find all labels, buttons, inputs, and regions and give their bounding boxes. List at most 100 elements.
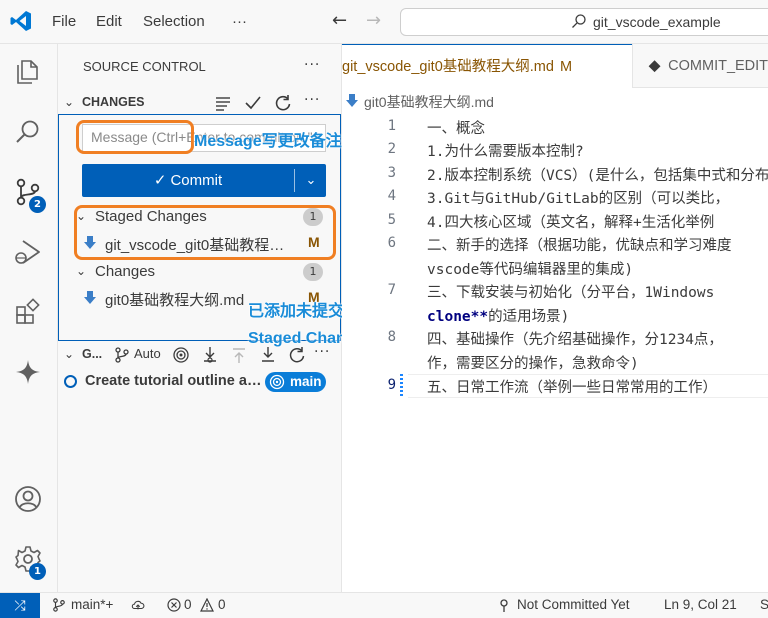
code-line: 四、基础操作（先介绍基础操作，分1234点， [427,332,723,348]
code-line: 一、概念 [427,121,485,137]
code-line: 3.Git与GitHub/GitLab的区别（可以类比， [427,191,730,207]
code-line: 1.为什么需要版本控制? [427,144,584,160]
status-extra[interactable]: S [760,597,768,612]
branch-icon [53,598,65,612]
staged-annotation-box [74,205,336,260]
error-count[interactable]: 0 [184,597,192,612]
vscode-logo-icon [10,11,31,31]
markdown-file-icon [346,94,358,107]
changes-more-icon[interactable]: ··· [304,92,320,108]
code-line: 2.版本控制系统（VCS）(是什么，包括集中式和分布式) [427,168,768,184]
settings-badge: 1 [29,563,46,580]
line-number: 7 [387,282,396,298]
commit-main-action[interactable]: ✓ Commit [82,164,294,197]
commit-check-icon[interactable] [244,94,262,112]
line-number: 5 [387,212,396,228]
tab-label: git_vscode_git0基础教程大纲.md [342,59,554,75]
tab-label: COMMIT_EDITMSG [668,58,768,74]
menu-selection[interactable]: Selection [143,13,205,30]
graph-auto-label[interactable]: Auto [134,346,161,361]
line-number: 8 [387,329,396,345]
commit-node-icon [64,375,77,388]
changes-file-name: git0基础教程大纲.md [105,292,245,309]
chevron-down-icon[interactable]: ⌄ [76,264,86,278]
run-debug-icon[interactable] [13,237,43,267]
forward-arrow-icon[interactable]: → [366,10,381,31]
branch-pill: main [265,372,326,392]
search-icon[interactable] [13,117,43,147]
code-line-wrapped: vscode等代码编辑器里的集成) [427,262,634,278]
blame-status[interactable]: Not Committed Yet [517,597,630,612]
branch-status[interactable]: main*+ [71,597,113,612]
tab-commit-editmsg[interactable]: ◆ COMMIT_EDITMSG [632,44,768,88]
tab-outline-md[interactable]: git_vscode_git0基础教程大纲.md M [342,44,632,88]
changes-label: Changes [95,263,156,280]
editor-area: git_vscode_git0基础教程大纲.md M ◆ COMMIT_EDITMS… [342,44,768,592]
extensions-icon[interactable] [13,297,43,327]
refresh-icon[interactable] [274,94,292,112]
line-number: 6 [387,235,396,251]
diamond-icon: ◆ [649,58,661,74]
breadcrumb[interactable]: git0基础教程大纲.md [346,92,494,112]
refresh-icon[interactable] [288,346,306,364]
view-as-tree-icon[interactable] [214,94,232,112]
source-control-badge: 2 [29,196,46,213]
sidebar-title: SOURCE CONTROL [83,59,206,74]
copilot-sparkle-icon[interactable] [13,357,43,387]
explorer-icon[interactable] [13,57,43,87]
search-text: git_vscode_example [593,14,721,30]
cursor-position[interactable]: Ln 9, Col 21 [664,597,737,612]
back-arrow-icon[interactable]: ← [332,10,347,31]
code-line-wrapped: 作，需要区分的操作，急救命令) [427,356,639,372]
changes-group[interactable]: ⌄ Changes 1 [58,260,341,284]
command-center-search[interactable]: git_vscode_example [400,8,768,36]
code-line: 二、新手的选择（根据功能，优缺点和学习难度 [427,238,732,254]
warning-count[interactable]: 0 [218,597,226,612]
git-commit-icon [500,599,508,612]
commit-button[interactable]: ✓ Commit ⌄ [82,164,326,197]
error-icon[interactable] [167,598,181,612]
commit-dropdown-chevron-icon[interactable]: ⌄ [296,164,326,197]
code-line-wrapped-bold: clone**的适用场景) [427,305,569,326]
commit-title: Create tutorial outline and test file [85,373,263,389]
menu-more[interactable]: ··· [232,13,247,30]
menu-edit[interactable]: Edit [96,13,122,30]
remote-indicator-icon[interactable]: ⤮ [0,593,40,618]
menu-file[interactable]: File [52,13,76,30]
fetch-icon[interactable] [201,346,219,364]
line-number: 1 [387,118,396,134]
modified-gutter-marker [400,374,403,398]
chevron-down-icon[interactable]: ⌄ [64,95,74,109]
commit-button-divider [294,169,295,192]
branch-pill-label: main [290,374,322,389]
warning-icon[interactable] [200,598,214,612]
sidebar-more-icon[interactable]: ··· [304,57,320,73]
bold-prefix: clone** [427,309,489,325]
line-number: 3 [387,165,396,181]
graph-commit-item[interactable]: Create tutorial outline and test file ma… [64,370,342,394]
code-line: 五、日常工作流（举例一些日常常用的工作） [427,380,717,396]
message-annotation-box [76,120,194,154]
target-icon[interactable] [172,346,190,364]
changes-header-label: CHANGES [82,95,145,109]
code-line: 三、下载安装与初始化（分平台，1Windows [427,285,715,301]
branch-icon[interactable] [114,347,130,363]
markdown-file-icon [84,291,96,304]
activity-bar: 2 1 [0,44,58,592]
changes-count-badge: 1 [303,263,323,281]
pull-icon[interactable] [230,346,248,364]
check-icon: ✓ [153,172,167,189]
account-icon[interactable] [13,484,43,514]
commit-label: Commit [170,172,223,189]
sync-cloud-icon[interactable] [130,598,146,612]
target-icon [269,374,285,390]
push-icon[interactable] [259,346,277,364]
title-bar: File Edit Selection ··· ← → git_vscode_e… [0,0,768,44]
graph-header-label: G... [82,347,103,361]
chevron-down-icon[interactable]: ⌄ [64,347,74,361]
tab-modified-badge: M [559,59,573,75]
wrapped-suffix: 的适用场景) [488,309,570,325]
status-bar: ⤮ main*+ 0 0 Not Committed Yet Ln 9, Col… [0,592,768,618]
changes-section-header[interactable]: ⌄ CHANGES ··· [64,92,342,114]
code-line: 4.四大核心区域（英文名，解释+生活化举例 [427,215,715,231]
